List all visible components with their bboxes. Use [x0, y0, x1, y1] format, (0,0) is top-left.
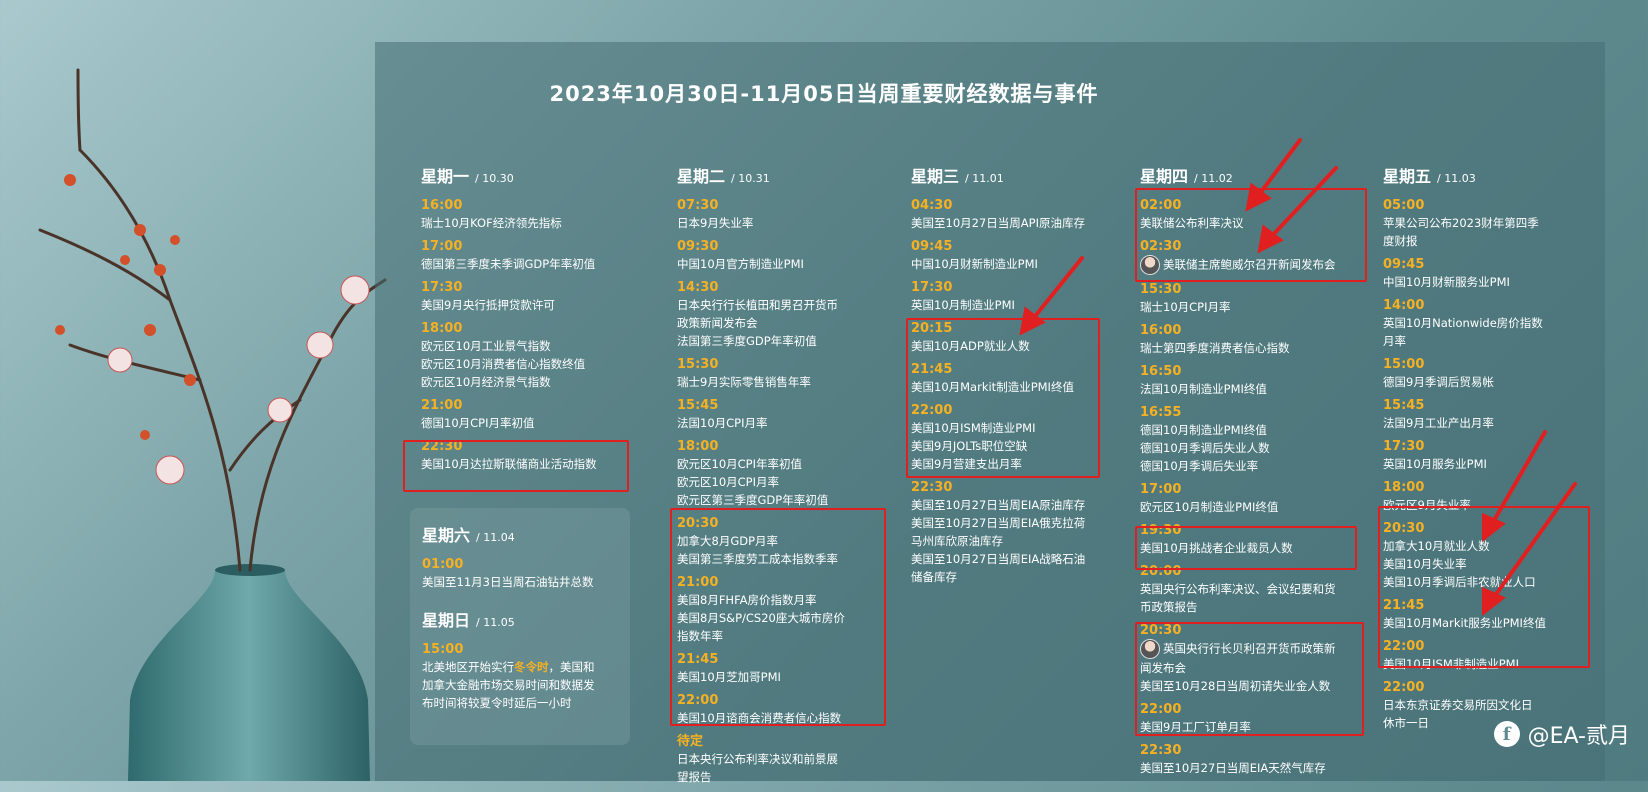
watermark-text: @EA-贰月 — [1527, 724, 1630, 749]
annotation-arrows — [1019, 138, 1577, 617]
platform-logo-icon: f — [1493, 721, 1520, 747]
watermark: f @EA-贰月 — [1493, 718, 1630, 750]
